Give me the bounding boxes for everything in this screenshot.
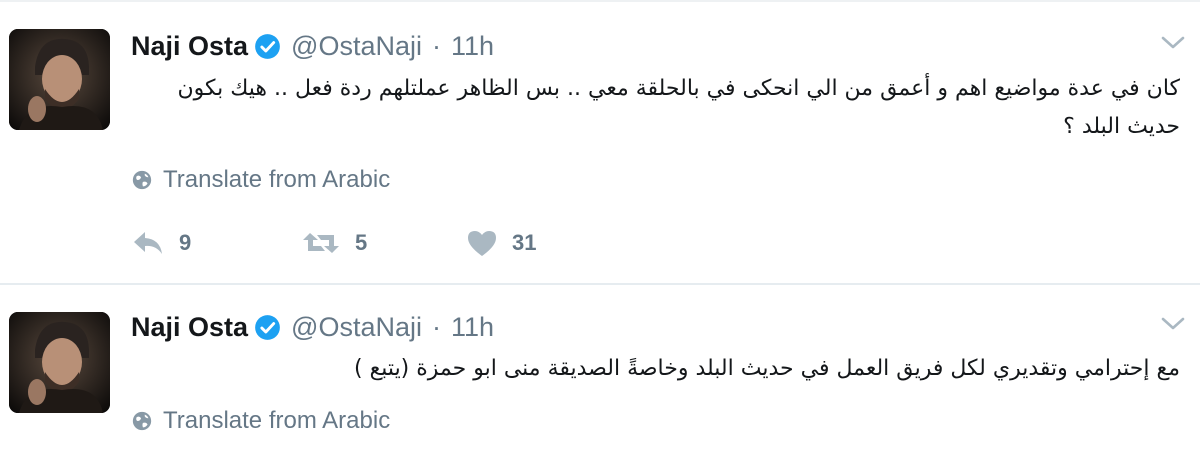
translate-link[interactable]: Translate from Arabic: [131, 166, 390, 194]
tweet[interactable]: Naji Osta @OstaNaji · 11h مع إحترامي وتق…: [0, 285, 1200, 451]
timeline: Naji Osta @OstaNaji · 11h كان في عدة موا…: [0, 0, 1200, 451]
tweet-timestamp[interactable]: 11h: [451, 312, 494, 343]
meta-separator: ·: [432, 311, 441, 342]
retweet-icon: [303, 233, 339, 253]
tweet-header: Naji Osta @OstaNaji · 11h: [131, 310, 494, 344]
retweet-button[interactable]: 5: [301, 229, 466, 257]
avatar[interactable]: [9, 312, 110, 413]
globe-icon: [132, 411, 152, 431]
author-handle[interactable]: @OstaNaji: [291, 312, 422, 343]
translate-label: Translate from Arabic: [163, 407, 391, 434]
author-name[interactable]: Naji Osta: [131, 31, 248, 62]
like-count: 31: [512, 230, 537, 255]
tweet-text: مع إحترامي وتقديري لكل فريق العمل في حدي…: [354, 356, 1180, 381]
tweet-text: كان في عدة مواضيع اهم و أعمق من الي انحك…: [177, 76, 1180, 139]
author-handle[interactable]: @OstaNaji: [291, 31, 422, 62]
globe-icon: [132, 170, 152, 190]
reply-icon: [134, 232, 162, 254]
retweet-count: 5: [355, 230, 368, 255]
tweet[interactable]: Naji Osta @OstaNaji · 11h كان في عدة موا…: [0, 0, 1200, 283]
reply-button[interactable]: 9: [131, 229, 301, 257]
tweet-header: Naji Osta @OstaNaji · 11h: [131, 29, 494, 63]
chevron-down-icon[interactable]: [1160, 34, 1186, 52]
like-button[interactable]: 31: [466, 229, 536, 257]
author-name[interactable]: Naji Osta: [131, 312, 248, 343]
reply-count: 9: [179, 230, 192, 255]
heart-icon: [468, 231, 496, 256]
verified-badge-icon: [255, 33, 280, 59]
translate-link[interactable]: Translate from Arabic: [131, 407, 390, 435]
meta-separator: ·: [432, 30, 441, 61]
avatar[interactable]: [9, 29, 110, 130]
tweet-timestamp[interactable]: 11h: [451, 31, 494, 62]
chevron-down-icon[interactable]: [1160, 315, 1186, 333]
tweet-actions: 9 5 31: [131, 226, 536, 260]
verified-badge-icon: [255, 314, 280, 340]
translate-label: Translate from Arabic: [163, 166, 391, 193]
